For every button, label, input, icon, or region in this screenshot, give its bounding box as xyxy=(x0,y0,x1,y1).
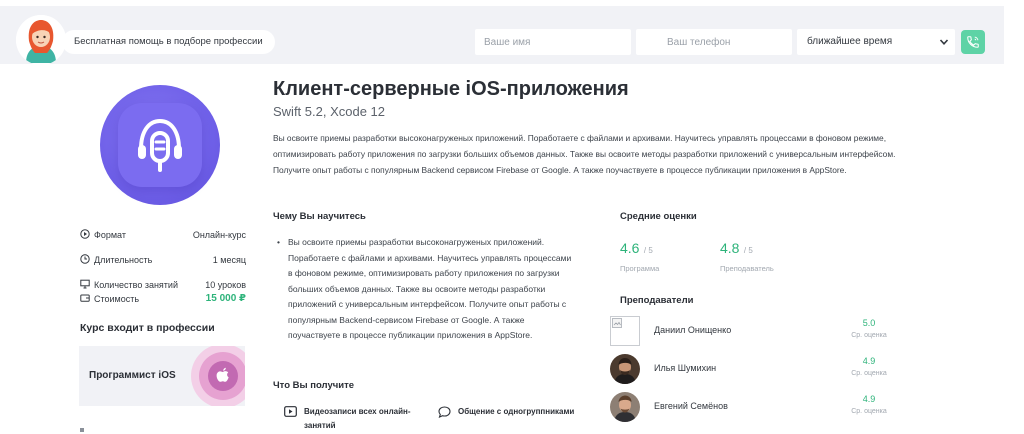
list-item: Вы освоите приемы разработки высоконагру… xyxy=(277,235,577,344)
prop-price: Стоимость 15 000 ₽ xyxy=(80,293,246,305)
teacher-card[interactable]: Илья Шумихин 4.9 Ср. оценка xyxy=(610,354,910,384)
monitor-icon xyxy=(80,279,90,289)
price-value: 15 000 ₽ xyxy=(205,293,246,304)
teacher-score-caption: Ср. оценка xyxy=(851,408,887,415)
rating-max: / 5 xyxy=(643,246,653,255)
consultation-bar: Бесплатная помощь в подборе профессии бл… xyxy=(0,6,1004,65)
prop-label: Формат xyxy=(94,230,126,240)
rating-caption: Программа xyxy=(620,264,660,273)
phone-icon xyxy=(967,36,979,48)
profession-name: Программист iOS xyxy=(89,370,176,381)
teacher-name: Илья Шумихин xyxy=(654,363,717,373)
clock-icon xyxy=(80,254,90,264)
course-description: Вы освоите приемы разработки высоконагру… xyxy=(273,133,896,175)
wallet-icon xyxy=(80,294,90,302)
profession-section-title: Курс входит в профессии xyxy=(80,322,215,334)
teacher-card[interactable]: Даниил Онищенко 5.0 Ср. оценка xyxy=(610,316,910,346)
teacher-avatar-placeholder xyxy=(610,316,640,346)
teacher-score-caption: Ср. оценка xyxy=(851,370,887,377)
prop-label: Стоимость xyxy=(94,294,140,304)
course-subtitle: Swift 5.2, Xcode 12 xyxy=(273,104,386,119)
more-indicator xyxy=(80,428,84,432)
prop-label: Длительность xyxy=(94,255,153,265)
chevron-down-icon xyxy=(939,39,949,45)
prop-lessons: Количество занятий 10 уроков xyxy=(80,279,246,291)
prop-value: Онлайн-курс xyxy=(192,230,246,240)
profession-card-ios[interactable]: Программист iOS xyxy=(79,346,245,406)
course-title: Клиент-серверные iOS-приложения xyxy=(273,78,629,100)
prop-label: Количество занятий xyxy=(94,280,178,290)
profession-badge xyxy=(191,346,245,406)
phone-input[interactable] xyxy=(636,29,792,55)
get-item-chat: Общение с одногруппниками xyxy=(438,405,588,433)
teacher-avatar xyxy=(610,354,640,384)
rating-teacher: 4.8 / 5 Преподаватель xyxy=(720,240,774,273)
teacher-score: 4.9 xyxy=(862,394,876,404)
broken-image-icon xyxy=(612,318,622,328)
learn-section-title: Чему Вы научитесь xyxy=(273,211,366,222)
prop-duration: Длительность 1 месяц xyxy=(80,254,246,266)
teachers-section-title: Преподаватели xyxy=(620,295,694,306)
name-input[interactable] xyxy=(475,29,631,55)
ratings-section-title: Средние оценки xyxy=(620,211,697,222)
rating-max: / 5 xyxy=(743,246,753,255)
teacher-name: Даниил Онищенко xyxy=(654,325,732,335)
get-item-text: Видеозаписи всех онлайн-занятий xyxy=(304,407,411,430)
prop-value: 10 уроков xyxy=(205,280,246,290)
free-help-label: Бесплатная помощь в подборе профессии xyxy=(62,30,275,54)
chat-icon xyxy=(438,406,451,418)
rating-program: 4.6 / 5 Программа xyxy=(620,240,659,273)
teacher-name: Евгений Семёнов xyxy=(654,401,728,411)
consultant-avatar xyxy=(16,15,66,65)
rating-caption: Преподаватель xyxy=(720,264,774,273)
call-time-select[interactable]: ближайшее время xyxy=(797,29,955,55)
rating-value: 4.6 xyxy=(620,240,640,256)
teacher-score: 5.0 xyxy=(862,318,876,328)
teacher-avatar xyxy=(610,392,640,422)
teacher-card[interactable]: Евгений Семёнов 4.9 Ср. оценка xyxy=(610,392,910,422)
podcast-microphone-icon xyxy=(138,118,182,172)
course-icon xyxy=(100,85,220,205)
get-item-text: Общение с одногруппниками xyxy=(458,407,575,416)
video-icon xyxy=(284,406,297,417)
prop-value: 1 месяц xyxy=(212,255,246,265)
call-button[interactable] xyxy=(961,30,985,54)
rating-value: 4.8 xyxy=(720,240,740,256)
page-scrollbar[interactable] xyxy=(1004,0,1024,434)
prop-format: Формат Онлайн-курс xyxy=(80,229,246,241)
call-time-value: ближайшее время xyxy=(807,36,893,47)
learn-list: Вы освоите приемы разработки высоконагру… xyxy=(277,235,577,344)
get-section-title: Что Вы получите xyxy=(273,380,355,391)
teacher-score-caption: Ср. оценка xyxy=(851,332,887,339)
play-circle-icon xyxy=(80,229,90,239)
get-item-videos: Видеозаписи всех онлайн-занятий xyxy=(284,405,434,433)
teacher-score: 4.9 xyxy=(862,356,876,366)
apple-icon xyxy=(216,367,229,382)
